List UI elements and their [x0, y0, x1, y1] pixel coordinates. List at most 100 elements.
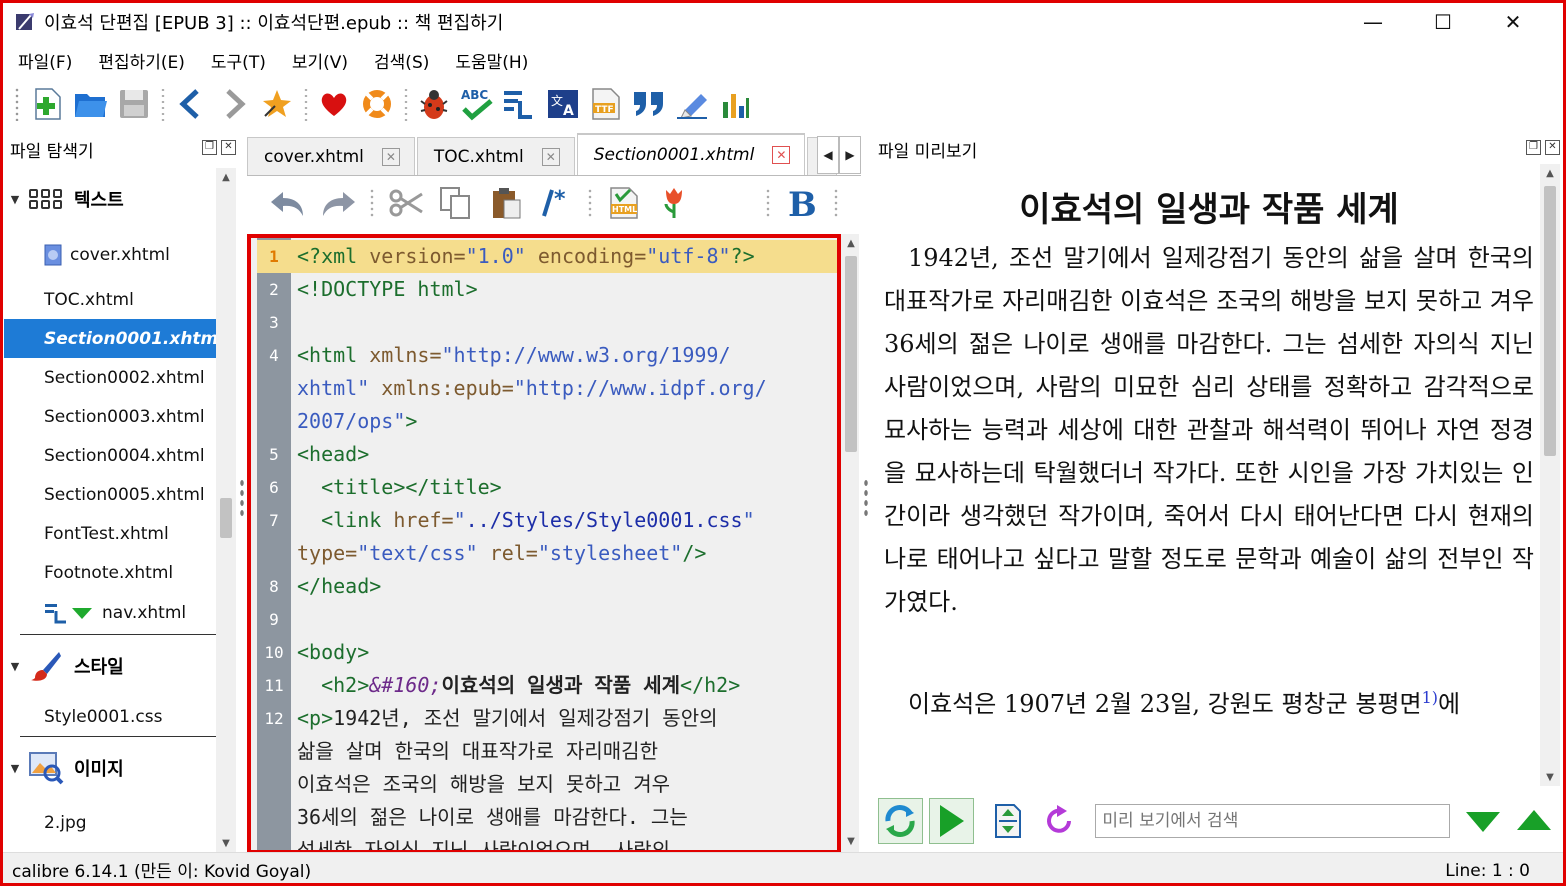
preview-content[interactable]: 이효석의 일생과 작품 세계 1942년, 조선 말기에서 일제강점기 동안의 …: [872, 164, 1540, 786]
font-button[interactable]: TTF: [588, 84, 624, 124]
code-line[interactable]: xhtml" xmlns:epub="http://www.idpf.org/: [257, 372, 837, 405]
tab-cover[interactable]: cover.xhtml ✕: [247, 137, 415, 175]
menu-file[interactable]: 파일(F): [18, 48, 72, 73]
find-next-button[interactable]: [1460, 798, 1505, 844]
file-item-2jpg[interactable]: 2.jpg: [4, 799, 216, 847]
code-line[interactable]: 삶을 살며 한국의 대표작가로 자리매김한: [257, 735, 837, 768]
code-line[interactable]: 9: [257, 603, 837, 636]
collapse-arrow-icon[interactable]: ▼: [4, 762, 26, 775]
scroll-up-arrow-icon[interactable]: ▲: [216, 168, 236, 186]
menu-search[interactable]: 검색(S): [374, 48, 429, 73]
file-item-section0004[interactable]: Section0004.xhtml: [4, 436, 216, 475]
file-tree-scrollbar[interactable]: ▲ ▼: [216, 168, 236, 852]
regex-comment-button[interactable]: *: [537, 183, 575, 223]
scroll-thumb[interactable]: [845, 256, 857, 452]
scroll-thumb[interactable]: [1544, 186, 1556, 456]
tab-close-icon[interactable]: ✕: [381, 147, 400, 166]
back-button[interactable]: [173, 84, 209, 124]
toolbar-grip[interactable]: [14, 87, 20, 121]
code-line[interactable]: 7 <link href="../Styles/Style0001.css": [257, 504, 837, 537]
tab-close-icon[interactable]: ✕: [541, 147, 560, 166]
code-line[interactable]: 10 <body>: [257, 636, 837, 669]
code-line[interactable]: 2007/ops">: [257, 405, 837, 438]
forward-button[interactable]: [216, 84, 252, 124]
tab-scroll-left-icon[interactable]: ◀: [817, 136, 839, 174]
category-text[interactable]: ▼ 텍스트: [4, 168, 216, 230]
tab-close-icon[interactable]: ✕: [772, 146, 791, 164]
code-line[interactable]: 2 <!DOCTYPE html>: [257, 273, 837, 306]
check-book-button[interactable]: [416, 84, 452, 124]
float-panel-button[interactable]: ❐: [202, 140, 217, 155]
auto-refresh-button[interactable]: [878, 798, 923, 844]
find-previous-button[interactable]: [1511, 798, 1556, 844]
scroll-down-arrow-icon[interactable]: ▼: [841, 832, 861, 850]
transform-button[interactable]: 文A: [545, 84, 581, 124]
file-item-nav[interactable]: nav.xhtml: [4, 592, 216, 634]
float-panel-button[interactable]: ❐: [1526, 140, 1541, 155]
redo-button[interactable]: [319, 183, 357, 223]
code-line[interactable]: 4 <html xmlns="http://www.w3.org/1999/: [257, 339, 837, 372]
reports-button[interactable]: [502, 84, 538, 124]
statistics-button[interactable]: [717, 84, 753, 124]
paste-button[interactable]: [487, 183, 525, 223]
tab-section0001[interactable]: Section0001.xhtml ✕: [576, 133, 806, 175]
code-line[interactable]: 12 <p>1942년, 조선 말기에서 일제강점기 동안의: [257, 702, 837, 735]
code-scrollbar[interactable]: ▲ ▼: [841, 234, 859, 854]
code-line[interactable]: 5 <head>: [257, 438, 837, 471]
undo-button[interactable]: [269, 183, 307, 223]
close-window-button[interactable]: ✕: [1478, 0, 1548, 44]
file-item-section0001[interactable]: Section0001.xhtml: [4, 319, 216, 358]
left-splitter-handle[interactable]: [239, 478, 245, 520]
preview-search-input[interactable]: [1095, 804, 1451, 838]
code-line[interactable]: type="text/css" rel="stylesheet"/>: [257, 537, 837, 570]
preview-scrollbar[interactable]: ▲ ▼: [1540, 164, 1560, 786]
code-line[interactable]: 36세의 젊은 나이로 생애를 마감한다. 그는: [257, 801, 837, 834]
scroll-up-arrow-icon[interactable]: ▲: [1540, 164, 1560, 182]
menu-view[interactable]: 보기(V): [292, 48, 348, 73]
insert-image-button[interactable]: [655, 183, 693, 223]
code-line[interactable]: 11 <h2>&#160;이효석의 일생과 작품 세계</h2>: [257, 669, 837, 702]
checkpoint-button[interactable]: [259, 84, 295, 124]
insert-tag-button[interactable]: HTML: [605, 183, 643, 223]
scroll-down-arrow-icon[interactable]: ▼: [1540, 768, 1560, 786]
smart-quotes-button[interactable]: [631, 84, 667, 124]
file-item-section0002[interactable]: Section0002.xhtml: [4, 358, 216, 397]
donate-button[interactable]: [316, 84, 352, 124]
menu-help[interactable]: 도움말(H): [455, 48, 528, 73]
scroll-thumb[interactable]: [220, 498, 232, 538]
menu-tools[interactable]: 도구(T): [211, 48, 266, 73]
reload-preview-button[interactable]: [1037, 798, 1082, 844]
footnote-link[interactable]: 1): [1422, 688, 1438, 707]
code-lines[interactable]: 1 <?xml version="1.0" encoding="utf-8"?> …: [257, 240, 837, 850]
file-item-section0005[interactable]: Section0005.xhtml: [4, 475, 216, 514]
collapse-arrow-icon[interactable]: ▼: [4, 660, 26, 673]
code-line[interactable]: 이효석은 조국의 해방을 보지 못하고 겨우: [257, 768, 837, 801]
copy-button[interactable]: [437, 183, 475, 223]
category-styles[interactable]: ▼ 스타일: [4, 635, 216, 697]
save-button[interactable]: [116, 84, 152, 124]
scroll-up-arrow-icon[interactable]: ▲: [841, 234, 861, 252]
file-item-footnote[interactable]: Footnote.xhtml: [4, 553, 216, 592]
new-file-button[interactable]: [30, 84, 66, 124]
code-line[interactable]: 1 <?xml version="1.0" encoding="utf-8"?>: [257, 240, 837, 273]
close-panel-button[interactable]: ✕: [221, 140, 236, 155]
open-book-button[interactable]: [73, 84, 109, 124]
beautify-button[interactable]: [674, 84, 710, 124]
code-line[interactable]: 8 </head>: [257, 570, 837, 603]
tab-scroll-right-icon[interactable]: ▶: [839, 136, 861, 174]
file-item-style0001[interactable]: Style0001.css: [4, 697, 216, 736]
right-splitter-handle[interactable]: [863, 478, 869, 520]
collapse-arrow-icon[interactable]: ▼: [4, 193, 26, 206]
code-line[interactable]: 6 <title></title>: [257, 471, 837, 504]
close-panel-button[interactable]: ✕: [1545, 140, 1560, 155]
scroll-down-arrow-icon[interactable]: ▼: [216, 834, 236, 852]
spell-check-button[interactable]: ABC: [459, 84, 495, 124]
help-button[interactable]: [359, 84, 395, 124]
sync-preview-button[interactable]: [928, 798, 974, 844]
code-line[interactable]: 3: [257, 306, 837, 339]
code-line[interactable]: 섬세한 자의식 지닌 사람이었으며, 사람의: [257, 834, 837, 850]
menu-edit[interactable]: 편집하기(E): [98, 48, 185, 73]
bold-button[interactable]: B: [783, 183, 821, 223]
cut-button[interactable]: [387, 183, 425, 223]
split-preview-button[interactable]: [986, 798, 1031, 844]
